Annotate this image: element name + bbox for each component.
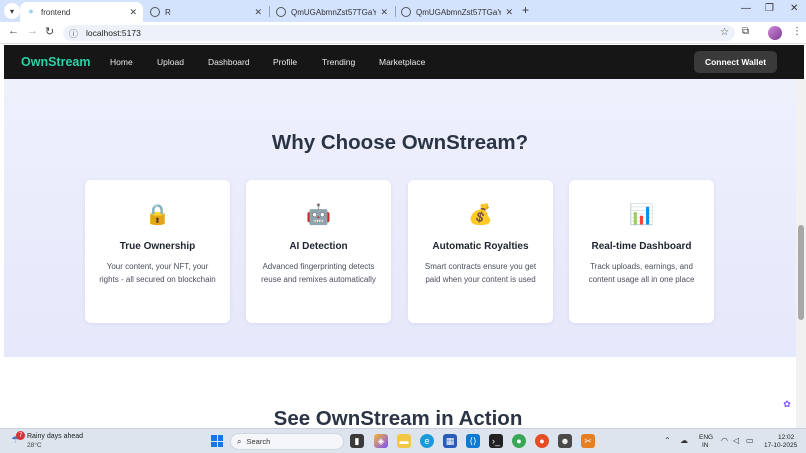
weather-title[interactable]: Rainy days ahead — [27, 433, 83, 440]
new-tab-button[interactable]: + — [522, 3, 529, 17]
windows-taskbar: ☂ 7 Rainy days ahead 28°C ⌕ Search ▮ ◈ ▬… — [0, 428, 806, 453]
menu-kebab-icon[interactable]: ⋮ — [792, 26, 802, 37]
windows-start-icon[interactable] — [211, 435, 223, 447]
reload-icon[interactable]: ↻ — [45, 25, 54, 38]
close-window-button[interactable]: ✕ — [790, 3, 798, 14]
edge-icon[interactable]: e — [420, 434, 434, 448]
tab-title: frontend — [41, 7, 71, 17]
app-icon[interactable]: ☻ — [558, 434, 572, 448]
clock-date[interactable]: 17-10-2025 — [764, 442, 797, 449]
site-info-icon[interactable]: ⓘ — [69, 27, 78, 40]
page-viewport: Why Choose OwnStream? 🔒 True Ownership Y… — [0, 79, 806, 428]
file-explorer-icon[interactable]: ▬ — [397, 434, 411, 448]
browser-tab-bar: ▾ ⚛ frontend ✕ R ✕ QmUGAbmnZst57TGaYtXzX… — [0, 0, 806, 22]
feature-title: Automatic Royalties — [432, 241, 529, 252]
tab-r[interactable]: R ✕ — [144, 2, 268, 22]
tab-title: R — [165, 7, 171, 17]
nav-profile[interactable]: Profile — [273, 57, 297, 67]
back-arrow-icon[interactable]: ← — [8, 25, 19, 37]
feature-card-dashboard: 📊 Real-time Dashboard Track uploads, ear… — [569, 180, 714, 323]
language-indicator[interactable]: ENG — [699, 434, 713, 441]
address-bar-row: ← → ↻ ⓘ localhost:5173 ☆ ⧉ ⋮ — [0, 22, 806, 44]
tab-ipfs-1[interactable]: QmUGAbmnZst57TGaYtXzXdG... ✕ — [270, 2, 394, 22]
maximize-button[interactable]: ❐ — [765, 3, 774, 14]
chrome-profile-icon[interactable]: ● — [535, 434, 549, 448]
nav-upload[interactable]: Upload — [157, 57, 184, 67]
feature-description: Advanced fingerprinting detects reuse an… — [261, 262, 376, 284]
assistant-float-icon[interactable]: ✿ — [780, 397, 794, 411]
feature-description: Track uploads, earnings, and content usa… — [588, 262, 695, 284]
nav-trending[interactable]: Trending — [322, 57, 355, 67]
feature-title: True Ownership — [119, 241, 196, 252]
site-logo[interactable]: OwnStream — [21, 55, 90, 69]
vscode-icon[interactable]: ⟨⟩ — [466, 434, 480, 448]
search-placeholder: Search — [246, 437, 271, 446]
copilot-icon[interactable]: ◈ — [374, 434, 388, 448]
extensions-icon[interactable]: ⧉ — [742, 26, 749, 37]
globe-favicon-icon — [276, 7, 286, 17]
site-navbar: OwnStream Home Upload Dashboard Profile … — [4, 45, 804, 79]
snipping-tool-icon[interactable]: ✂ — [581, 434, 595, 448]
minimize-button[interactable]: — — [741, 3, 751, 14]
url-text: localhost:5173 — [86, 28, 141, 38]
feature-card-royalties: 💰 Automatic Royalties Smart contracts en… — [408, 180, 553, 323]
feature-title: AI Detection — [289, 241, 348, 252]
features-section: Why Choose OwnStream? 🔒 True Ownership Y… — [4, 79, 796, 357]
demo-heading: See OwnStream in Action — [273, 407, 523, 428]
weather-temp[interactable]: 28°C — [27, 442, 42, 449]
forward-arrow-icon[interactable]: → — [27, 25, 38, 37]
url-input[interactable]: ⓘ localhost:5173 ☆ — [63, 25, 735, 41]
profile-avatar[interactable] — [768, 26, 782, 40]
tray-chevron-up-icon[interactable]: ⌃ — [664, 436, 671, 445]
globe-favicon-icon — [401, 7, 411, 17]
weather-badge: 7 — [16, 431, 25, 440]
react-favicon-icon: ⚛ — [27, 9, 35, 16]
bar-chart-icon: 📊 — [629, 204, 654, 226]
battery-icon[interactable]: ▭ — [746, 436, 754, 445]
money-bag-icon: 💰 — [468, 204, 493, 226]
globe-favicon-icon — [150, 7, 160, 17]
feature-card-ownership: 🔒 True Ownership Your content, your NFT,… — [85, 180, 230, 323]
tab-frontend[interactable]: ⚛ frontend ✕ — [20, 2, 143, 22]
search-icon: ⌕ — [237, 436, 242, 446]
feature-title: Real-time Dashboard — [591, 241, 692, 252]
tab-search-icon[interactable]: ▾ — [4, 3, 20, 19]
store-icon[interactable]: ▦ — [443, 434, 457, 448]
nav-home[interactable]: Home — [110, 57, 133, 67]
connect-wallet-button[interactable]: Connect Wallet — [694, 51, 777, 73]
tab-ipfs-2[interactable]: QmUGAbmnZst57TGaYtXzXdG... ✕ — [395, 2, 519, 22]
chrome-icon[interactable]: ● — [512, 434, 526, 448]
feature-description: Smart contracts ensure you get paid when… — [424, 262, 537, 284]
close-tab-icon[interactable]: ✕ — [380, 7, 388, 18]
task-view-icon[interactable]: ▮ — [350, 434, 364, 448]
feature-card-ai-detection: 🤖 AI Detection Advanced fingerprinting d… — [246, 180, 391, 323]
tab-title: QmUGAbmnZst57TGaYtXzXdG... — [416, 7, 502, 17]
terminal-icon[interactable]: ›_ — [489, 434, 503, 448]
clock-time[interactable]: 12:02 — [778, 434, 794, 441]
close-tab-icon[interactable]: ✕ — [129, 7, 137, 18]
close-tab-icon[interactable]: ✕ — [254, 7, 262, 18]
close-tab-icon[interactable]: ✕ — [505, 7, 513, 18]
wifi-icon[interactable]: ◠ — [721, 436, 728, 445]
taskbar-search[interactable]: ⌕ Search — [230, 433, 344, 450]
bookmark-star-icon[interactable]: ☆ — [720, 27, 729, 38]
cloud-icon[interactable]: ☁ — [680, 436, 688, 445]
input-region[interactable]: IN — [702, 442, 709, 449]
features-heading: Why Choose OwnStream? — [271, 131, 529, 154]
nav-dashboard[interactable]: Dashboard — [208, 57, 250, 67]
tab-title: QmUGAbmnZst57TGaYtXzXdG... — [291, 7, 377, 17]
feature-description: Your content, your NFT, your rights - al… — [99, 262, 216, 284]
page-scrollbar[interactable] — [796, 79, 806, 428]
volume-icon[interactable]: ◁ — [733, 436, 739, 445]
scrollbar-thumb[interactable] — [798, 225, 804, 320]
robot-icon: 🤖 — [306, 204, 331, 226]
lock-icon: 🔒 — [145, 204, 170, 226]
nav-marketplace[interactable]: Marketplace — [379, 57, 425, 67]
